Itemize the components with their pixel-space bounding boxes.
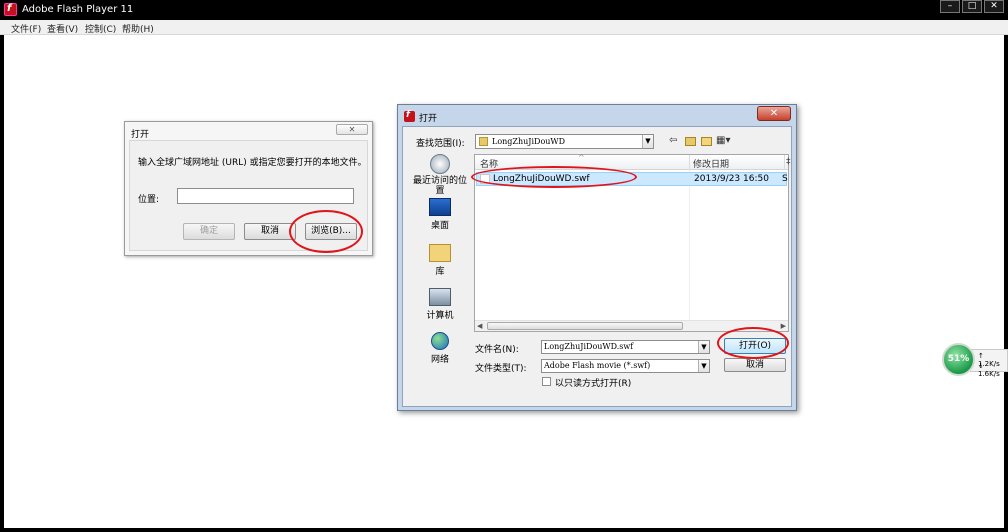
menu-view[interactable]: 查看(V) — [47, 22, 78, 35]
filetype-select[interactable]: Adobe Flash movie (*.swf) ▼ — [541, 359, 710, 373]
place-libraries-label: 库 — [435, 267, 445, 277]
column-guide-line — [689, 170, 690, 320]
menu-help[interactable]: 帮助(H) — [122, 22, 154, 35]
browse-button[interactable]: 浏览(B)... — [305, 223, 357, 240]
location-input[interactable] — [177, 188, 354, 204]
file-modified: 2013/9/23 16:50 — [694, 174, 769, 184]
place-recent-label: 最近访问的位置 — [412, 176, 467, 196]
open-button[interactable]: 打开(O) — [724, 338, 786, 354]
filename-input[interactable]: LongZhuJiDouWD.swf ▼ — [541, 340, 710, 354]
scrollbar-thumb[interactable] — [487, 322, 683, 330]
filetype-label: 文件类型(T): — [475, 364, 527, 374]
file-extra: S — [782, 174, 788, 184]
usage-percent-ball[interactable]: 51% — [942, 343, 975, 376]
desktop-icon — [429, 198, 451, 216]
download-speed: ↓ 1.6K/s — [978, 362, 1000, 378]
location-label: 位置: — [138, 195, 160, 205]
open-url-dialog-body: 输入全球广域网地址 (URL) 或指定您要打开的本地文件。 位置: 确定 取消 … — [129, 140, 368, 251]
network-speed-widget[interactable]: ↑ 1.2K/s ↓ 1.6K/s 51% — [942, 343, 1008, 378]
scroll-right-icon[interactable]: ▶ — [781, 321, 786, 331]
view-menu-icon[interactable]: ▦▾ — [716, 135, 734, 148]
window-bottom-edge — [0, 528, 1008, 532]
column-modified[interactable]: 修改日期 — [693, 157, 729, 170]
scroll-left-icon[interactable]: ◀ — [477, 321, 482, 331]
file-list-header: 名称 ^ 修改日期 ‡ — [475, 153, 791, 170]
file-dialog-body: 查找范围(I): LongZhuJiDouWD ▼ ⇦ ▦▾ 最近访问的位置 桌… — [402, 126, 792, 407]
chevron-down-icon[interactable]: ▼ — [642, 135, 653, 148]
net-speed-panel: ↑ 1.2K/s ↓ 1.6K/s — [970, 349, 1008, 378]
file-dialog-title: 打开 — [419, 114, 438, 124]
chevron-down-icon[interactable]: ▼ — [698, 341, 709, 353]
flash-icon: f — [404, 110, 415, 122]
sort-indicator-icon: ^ — [578, 153, 585, 162]
look-in-dropdown[interactable]: LongZhuJiDouWD ▼ — [475, 134, 654, 149]
place-desktop[interactable]: 桌面 — [409, 198, 471, 231]
open-url-close-button[interactable]: ✕ — [336, 124, 368, 135]
look-in-value: LongZhuJiDouWD — [492, 137, 566, 146]
place-desktop-label: 桌面 — [430, 221, 449, 231]
network-icon — [431, 332, 449, 350]
column-name[interactable]: 名称 — [480, 157, 498, 170]
column-separator — [689, 155, 690, 170]
menu-file[interactable]: 文件(F) — [11, 22, 41, 35]
computer-icon — [429, 288, 451, 306]
up-folder-icon[interactable] — [685, 137, 696, 146]
menu-bar: 文件(F) 查看(V) 控制(C) 帮助(H) — [0, 20, 1008, 35]
download-speed-value: 1.6K/s — [978, 370, 1000, 378]
place-recent[interactable]: 最近访问的位置 — [409, 154, 471, 196]
window-controls: – □ ✕ — [940, 0, 1004, 14]
libraries-icon — [429, 244, 451, 262]
places-bar: 最近访问的位置 桌面 库 计算机 网络 — [409, 154, 471, 402]
file-dialog-close-button[interactable]: ✕ — [757, 106, 791, 121]
minimize-button[interactable]: – — [940, 0, 960, 13]
ok-button[interactable]: 确定 — [183, 223, 235, 240]
flash-player-icon: f — [4, 3, 17, 16]
horizontal-scrollbar[interactable]: ◀ ▶ — [475, 320, 788, 331]
readonly-label: 以只读方式打开(R) — [555, 379, 632, 389]
cancel-button[interactable]: 取消 — [244, 223, 296, 240]
filename-value: LongZhuJiDouWD.swf — [544, 342, 634, 351]
filename-label: 文件名(N): — [475, 345, 519, 355]
file-open-dialog: f 打开 ✕ 查找范围(I): LongZhuJiDouWD ▼ ⇦ ▦▾ 最近… — [397, 104, 797, 411]
maximize-button[interactable]: □ — [962, 0, 982, 13]
new-folder-icon[interactable] — [701, 137, 712, 146]
file-name: LongZhuJiDouWD.swf — [493, 174, 590, 184]
open-url-dialog: 打开 ✕ 输入全球广域网地址 (URL) 或指定您要打开的本地文件。 位置: 确… — [124, 121, 373, 256]
open-url-dialog-title: 打开 — [131, 130, 150, 140]
file-row[interactable]: LongZhuJiDouWD.swf 2013/9/23 16:50 S — [476, 172, 788, 186]
place-network[interactable]: 网络 — [409, 332, 471, 365]
main-title-bar[interactable]: f Adobe Flash Player 11 – □ ✕ — [0, 0, 1008, 20]
menu-control[interactable]: 控制(C) — [85, 22, 116, 35]
place-network-label: 网络 — [430, 355, 449, 365]
chevron-down-icon[interactable]: ▼ — [698, 360, 709, 372]
back-icon[interactable]: ⇦ — [669, 135, 677, 148]
readonly-checkbox[interactable] — [542, 377, 551, 386]
look-in-label: 查找范围(I): — [416, 139, 465, 149]
recent-places-icon — [430, 154, 450, 174]
close-button[interactable]: ✕ — [984, 0, 1004, 13]
file-list: 名称 ^ 修改日期 ‡ LongZhuJiDouWD.swf 2013/9/23… — [474, 153, 791, 332]
window-title: Adobe Flash Player 11 — [22, 4, 134, 15]
column-separator — [784, 155, 785, 170]
place-computer[interactable]: 计算机 — [409, 288, 471, 321]
folder-icon — [479, 137, 488, 146]
place-computer-label: 计算机 — [426, 311, 454, 321]
open-url-prompt: 输入全球广域网地址 (URL) 或指定您要打开的本地文件。 — [138, 158, 367, 168]
swf-file-icon — [480, 174, 490, 184]
file-dialog-cancel-button[interactable]: 取消 — [724, 358, 786, 372]
filetype-value: Adobe Flash movie (*.swf) — [544, 361, 651, 370]
column-more[interactable]: ‡ — [786, 157, 791, 167]
place-libraries[interactable]: 库 — [409, 244, 471, 277]
